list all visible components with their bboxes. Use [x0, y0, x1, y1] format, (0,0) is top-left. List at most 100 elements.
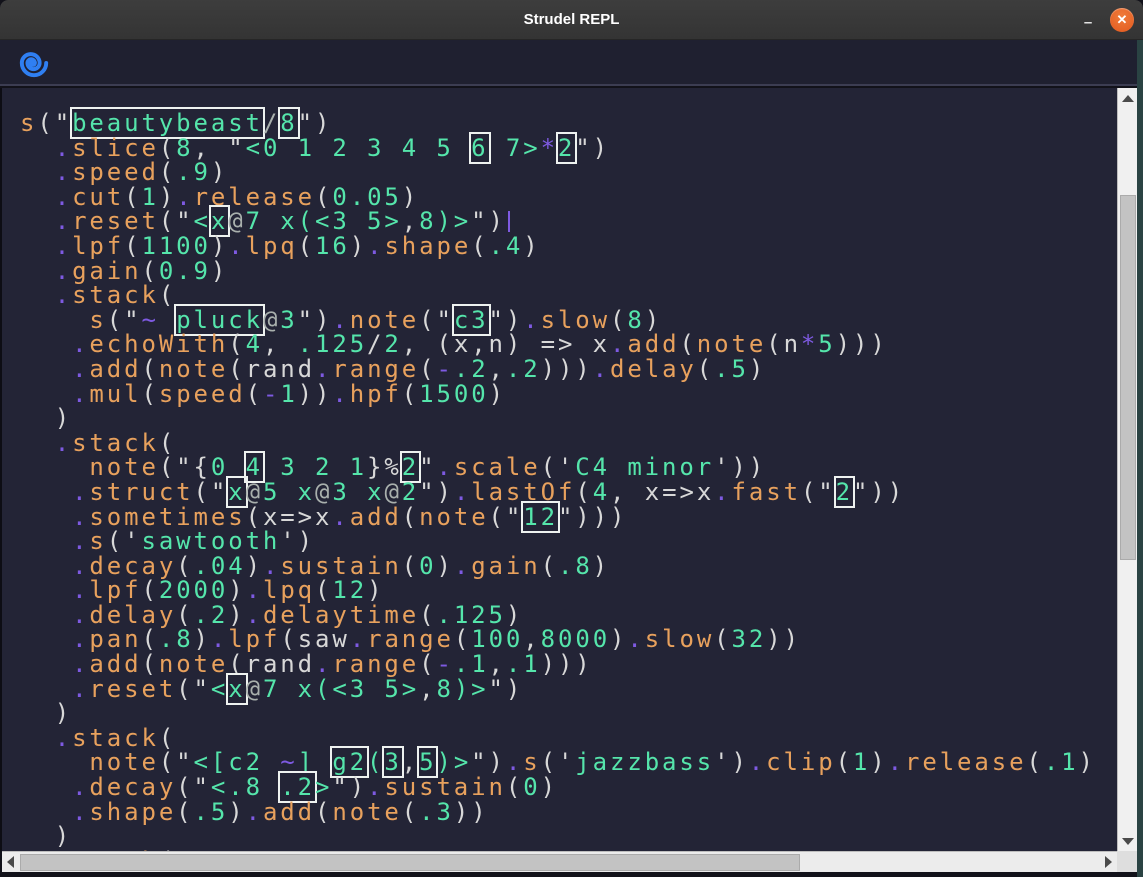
code-token: (": [176, 675, 211, 703]
code-token: ): [541, 773, 558, 801]
code-token: lpq: [246, 232, 298, 260]
code-token: (: [402, 380, 419, 408]
code-token: reset: [89, 675, 176, 703]
left-triangle-icon: [7, 856, 14, 868]
code-token: mul: [89, 380, 141, 408]
code-line: .struct("x@5 x@3 x@2").lastOf(4, x=>x.fa…: [20, 480, 1119, 505]
code-token: .8: [558, 552, 593, 580]
code-token: note: [332, 798, 401, 826]
vertical-scrollbar[interactable]: [1117, 88, 1137, 851]
code-token: 1500: [419, 380, 488, 408]
code-token: fast: [732, 478, 801, 506]
code-line: ): [20, 824, 1119, 849]
code-token: )): [454, 798, 489, 826]
code-line: note("<[c2 ~] g2(3,5)>").s('jazzbass').c…: [20, 750, 1119, 775]
text-cursor: [508, 211, 510, 232]
code-token: .: [627, 625, 644, 653]
code-token: x: [315, 503, 332, 531]
code-token: .: [714, 478, 731, 506]
code-token: .: [332, 503, 349, 531]
code-token: (": [489, 503, 524, 531]
code-token: (: [402, 503, 419, 531]
code-token: (: [246, 380, 263, 408]
code-token: add: [263, 798, 315, 826]
code-token: (: [402, 798, 419, 826]
titlebar[interactable]: Strudel REPL – ✕: [0, 0, 1143, 40]
scroll-up-arrow-icon[interactable]: [1118, 90, 1138, 106]
code-token: add: [350, 503, 402, 531]
minimize-button[interactable]: –: [1077, 8, 1099, 32]
close-button[interactable]: ✕: [1110, 8, 1134, 32]
code-token: (: [471, 232, 488, 260]
code-token: *: [801, 330, 818, 358]
code-token: ): [610, 625, 627, 653]
code-token: "))): [558, 503, 627, 531]
code-token: x: [697, 478, 714, 506]
code-token: .: [332, 380, 349, 408]
code-token: (": [801, 478, 836, 506]
active-token: 6: [471, 134, 488, 162]
code-line: .stack(: [20, 726, 1119, 751]
code-token: (: [298, 232, 315, 260]
code-line: .shape(.5).add(note(.3)): [20, 800, 1119, 825]
code-token: "): [489, 675, 524, 703]
code-token: x: [645, 478, 662, 506]
code-line: .stack(: [20, 283, 1119, 308]
editor-pane: s("beautybeast/8") .slice(8, "<0 1 2 3 4…: [0, 88, 1137, 851]
code-editor[interactable]: s("beautybeast/8") .slice(8, "<0 1 2 3 4…: [2, 88, 1119, 851]
code-token: jazzbass: [575, 748, 714, 776]
horizontal-scroll-thumb[interactable]: [20, 854, 800, 871]
horizontal-scrollbar[interactable]: [2, 851, 1117, 872]
code-line: .lpf(1100).lpq(16).shape(.4): [20, 234, 1119, 259]
code-token: (: [228, 650, 245, 678]
code-line: .s('sawtooth'): [20, 529, 1119, 554]
code-token: .: [228, 232, 245, 260]
code-token: )): [298, 380, 333, 408]
code-token: ))): [541, 650, 593, 678]
code-token: speed: [159, 380, 246, 408]
code-line: .sometimes(x=>x.add(note("12"))): [20, 505, 1119, 530]
scroll-right-arrow-icon[interactable]: [1099, 853, 1117, 871]
code-token: ): [523, 232, 540, 260]
code-token: ))): [541, 355, 593, 383]
up-triangle-icon: [1122, 95, 1134, 102]
code-token: (: [836, 748, 853, 776]
code-token: 5: [818, 330, 835, 358]
code-token: (: [1026, 748, 1043, 776]
code-line: .delay(.2).delaytime(.125): [20, 603, 1119, 628]
code-line: .add(note(rand.range(-.2,.2))).delay(.5): [20, 357, 1119, 382]
code-token: @: [246, 675, 263, 703]
code-token: (: [541, 552, 558, 580]
code-line: .mul(speed(-1)).hpf(1500): [20, 382, 1119, 407]
code-token: delay: [610, 355, 697, 383]
code-token: 7 x(<3 5>: [263, 675, 419, 703]
window-title: Strudel REPL: [0, 0, 1143, 40]
scroll-down-arrow-icon[interactable]: [1118, 833, 1138, 849]
code-token: .: [888, 748, 905, 776]
code-line: .lpf(2000).lpq(12): [20, 578, 1119, 603]
code-token: (: [315, 798, 332, 826]
code-token: 1: [280, 380, 297, 408]
code-token: release: [905, 748, 1026, 776]
code-line: note("{0 4 3 2 1}%2".scale('C4 minor')): [20, 455, 1119, 480]
strudel-logo-spiral-icon[interactable]: [19, 48, 49, 78]
scroll-left-arrow-icon[interactable]: [2, 853, 20, 871]
code-line: s("~ pluck@3").note("c3").slow(8): [20, 308, 1119, 333]
code-line: ): [20, 701, 1119, 726]
code-token: -: [263, 380, 280, 408]
code-line: .slice(8, "<0 1 2 3 4 5 6 7>*2"): [20, 136, 1119, 161]
vertical-scroll-thumb[interactable]: [1120, 195, 1136, 560]
code-token: .2: [506, 355, 541, 383]
code-token: slow: [645, 625, 714, 653]
code-token: ): [350, 232, 367, 260]
strudel-repl-window: Strudel REPL – ✕ s("beautybeast/8") .sli…: [0, 0, 1143, 877]
code-token: .5: [714, 355, 749, 383]
code-token: '): [714, 748, 749, 776]
code-token: (: [141, 380, 158, 408]
code-token: "): [575, 134, 610, 162]
code-token: (: [766, 330, 783, 358]
code-token: ): [436, 552, 453, 580]
scrollbar-corner: [1117, 851, 1137, 872]
code-token: .: [72, 675, 89, 703]
code-token: (: [506, 773, 523, 801]
